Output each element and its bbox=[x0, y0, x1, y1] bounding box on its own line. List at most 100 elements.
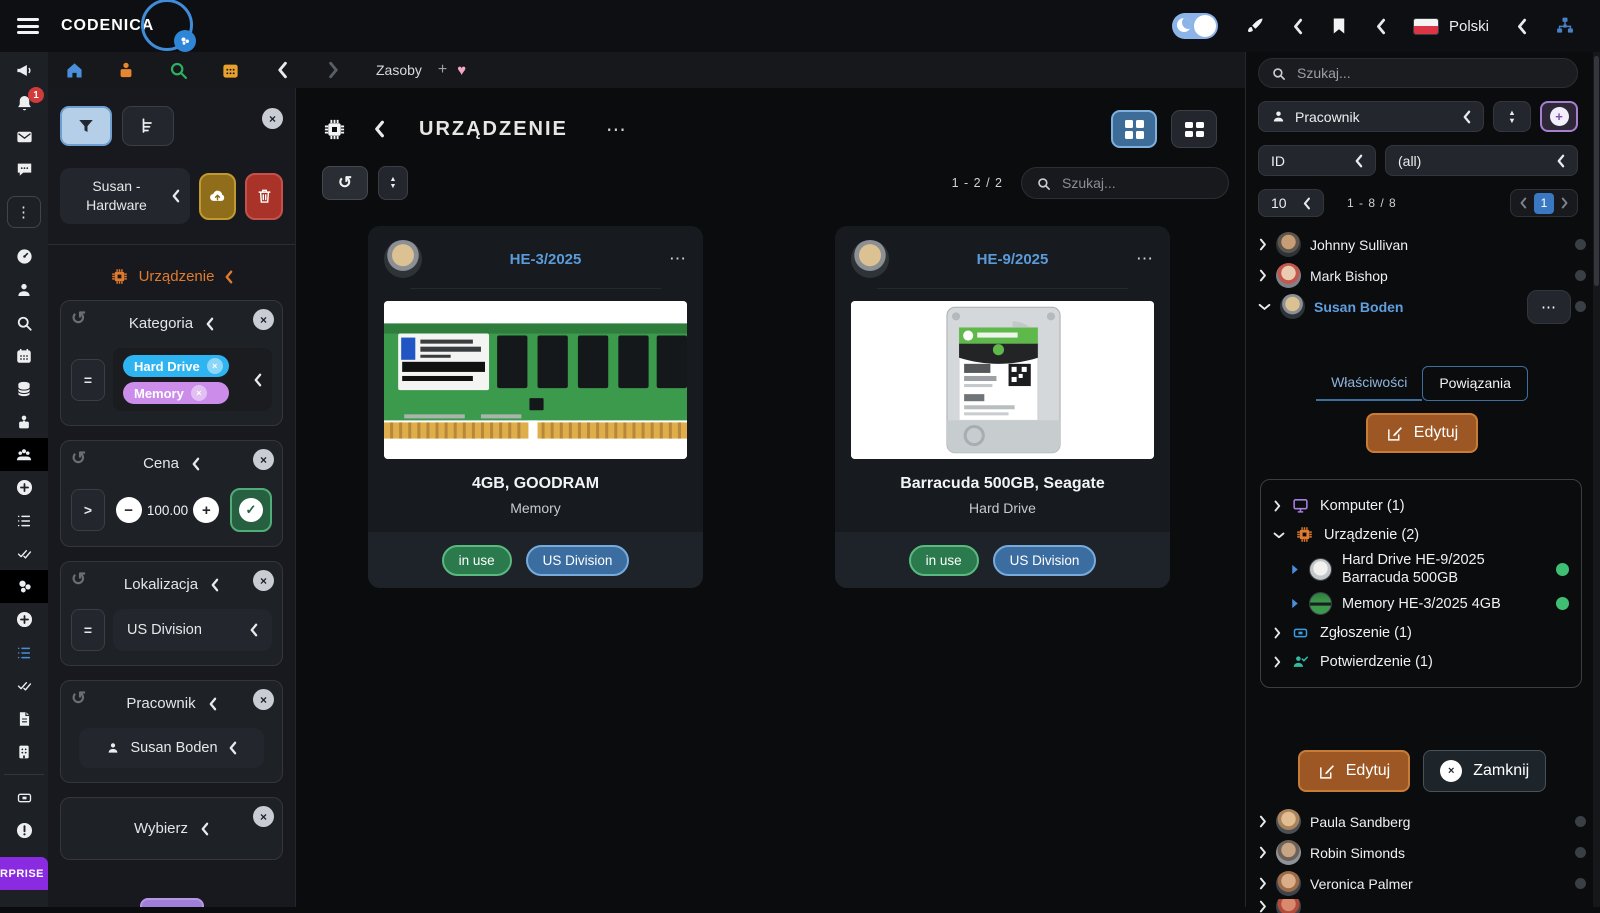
expand-icon[interactable] bbox=[1258, 815, 1267, 828]
filter-toggle-button[interactable] bbox=[60, 106, 112, 146]
back-icon[interactable] bbox=[373, 120, 385, 138]
employee-row-selected[interactable]: Susan Boden ⋯ bbox=[1258, 291, 1586, 322]
remove-filter-icon[interactable]: × bbox=[253, 570, 274, 591]
favorite-heart-icon[interactable]: ♥ bbox=[457, 62, 466, 79]
page-next-icon[interactable] bbox=[1561, 197, 1569, 209]
expand-icon[interactable] bbox=[1273, 500, 1281, 512]
chevron-left-icon[interactable] bbox=[210, 578, 219, 592]
reset-icon[interactable]: ↺ bbox=[71, 449, 86, 467]
expand-icon[interactable] bbox=[1258, 877, 1267, 890]
list-icon[interactable] bbox=[0, 504, 48, 537]
user-avatar[interactable] bbox=[141, 0, 193, 51]
employee-row[interactable]: Johnny Sullivan bbox=[1258, 229, 1586, 260]
remove-tag-icon[interactable]: × bbox=[191, 385, 207, 401]
bookmark-icon[interactable] bbox=[1330, 16, 1348, 36]
page-prev-icon[interactable] bbox=[1519, 197, 1527, 209]
location-dropdown[interactable]: US Division bbox=[113, 609, 272, 651]
card-menu-icon[interactable]: ⋯ bbox=[1136, 249, 1154, 269]
alert-icon[interactable] bbox=[0, 814, 48, 847]
list-icon-active[interactable] bbox=[0, 636, 48, 669]
scrollbar-thumb[interactable] bbox=[1594, 56, 1599, 286]
tree-item-memory[interactable]: Memory HE-3/2025 4GB bbox=[1291, 589, 1569, 618]
announcements-icon[interactable] bbox=[0, 54, 48, 87]
filter-section-header[interactable]: Urządzenie bbox=[60, 267, 283, 286]
remove-filter-icon[interactable]: × bbox=[253, 309, 274, 330]
location-badge[interactable]: US Division bbox=[993, 545, 1097, 576]
expand-triangle-icon[interactable] bbox=[1291, 564, 1299, 575]
grid-view-button-active[interactable] bbox=[1111, 110, 1157, 148]
saved-filter-dropdown[interactable]: Susan - Hardware bbox=[60, 168, 190, 224]
category-tags-dropdown[interactable]: Hard Drive × Memory × bbox=[113, 348, 272, 411]
close-button[interactable]: × Zamknij bbox=[1423, 750, 1546, 792]
employee-search-input[interactable] bbox=[1295, 64, 1565, 82]
increment-button[interactable]: + bbox=[193, 497, 219, 523]
tag-hard-drive[interactable]: Hard Drive × bbox=[123, 355, 229, 377]
entity-dropdown[interactable]: Pracownik bbox=[1258, 101, 1484, 132]
apply-price-button[interactable]: ✓ bbox=[230, 488, 272, 532]
sitemap-icon[interactable] bbox=[1554, 16, 1576, 36]
collapse-icon[interactable] bbox=[1258, 302, 1271, 311]
calendar-tab-icon[interactable] bbox=[204, 61, 256, 80]
ticket-icon[interactable] bbox=[0, 781, 48, 814]
page-menu-icon[interactable]: ⋯ bbox=[606, 117, 628, 142]
id-sort-dropdown[interactable]: ID bbox=[1258, 145, 1376, 176]
asset-card-memory[interactable]: HE-3/2025 ⋯ bbox=[368, 226, 703, 588]
nav-forward-icon[interactable] bbox=[308, 61, 360, 79]
hierarchy-view-button[interactable] bbox=[122, 106, 174, 146]
chevron-left-icon[interactable] bbox=[205, 317, 214, 331]
grid-view-button-alt[interactable] bbox=[1171, 110, 1217, 148]
more-options-icon[interactable]: ⋮ bbox=[0, 192, 48, 232]
hidden-action-button[interactable] bbox=[140, 898, 204, 907]
employee-dropdown[interactable]: Susan Boden bbox=[79, 728, 264, 768]
tree-item-potwierdzenie[interactable]: Potwierdzenie (1) bbox=[1273, 647, 1569, 676]
building-icon[interactable] bbox=[0, 735, 48, 768]
filter-all-dropdown[interactable]: (all) bbox=[1385, 145, 1578, 176]
remove-tag-icon[interactable]: × bbox=[207, 358, 223, 374]
asset-code[interactable]: HE-9/2025 bbox=[889, 251, 1136, 268]
operator-button[interactable]: = bbox=[71, 359, 105, 401]
chevron-left-icon[interactable] bbox=[1375, 18, 1386, 35]
add-tab-button[interactable]: + bbox=[438, 61, 447, 79]
chevron-left-icon[interactable] bbox=[191, 457, 200, 471]
search-icon[interactable] bbox=[0, 306, 48, 339]
sort-button[interactable]: ▲▼ bbox=[378, 166, 408, 200]
chevron-left-icon[interactable] bbox=[208, 697, 217, 711]
employee-row[interactable]: Paula Sandberg bbox=[1258, 806, 1586, 837]
employee-row-partial[interactable] bbox=[1258, 899, 1586, 913]
calendar-icon[interactable] bbox=[0, 339, 48, 372]
add-circle-icon[interactable] bbox=[0, 603, 48, 636]
menu-icon[interactable] bbox=[17, 18, 39, 34]
remove-filter-icon[interactable]: × bbox=[253, 449, 274, 470]
tree-item-komputer[interactable]: Komputer (1) bbox=[1273, 491, 1569, 520]
status-badge[interactable]: in use bbox=[909, 545, 979, 576]
nav-back-icon[interactable] bbox=[256, 61, 308, 79]
current-page[interactable]: 1 bbox=[1534, 193, 1554, 214]
dashboard-gauge-icon[interactable] bbox=[0, 240, 48, 273]
expand-icon[interactable] bbox=[1273, 627, 1281, 639]
mail-icon[interactable] bbox=[0, 120, 48, 153]
person-icon[interactable] bbox=[0, 273, 48, 306]
expand-icon[interactable] bbox=[1258, 238, 1267, 251]
remove-filter-icon[interactable]: × bbox=[253, 806, 274, 827]
card-menu-icon[interactable]: ⋯ bbox=[669, 249, 687, 269]
chat-icon[interactable] bbox=[0, 153, 48, 186]
tab-relations[interactable]: Powiązania bbox=[1422, 366, 1528, 401]
collapse-icon[interactable] bbox=[1273, 531, 1285, 539]
chevron-left-icon[interactable] bbox=[200, 822, 209, 836]
double-check-icon[interactable] bbox=[0, 669, 48, 702]
location-badge[interactable]: US Division bbox=[526, 545, 630, 576]
add-circle-icon[interactable] bbox=[0, 471, 48, 504]
scrollbar-track[interactable] bbox=[1593, 52, 1600, 907]
sidebar-item-assets[interactable] bbox=[0, 570, 48, 603]
reset-list-button[interactable]: ↺ bbox=[322, 166, 368, 200]
search-tab-icon[interactable] bbox=[152, 60, 204, 80]
tag-memory[interactable]: Memory × bbox=[123, 382, 229, 404]
sidebar-item-employees[interactable] bbox=[0, 438, 48, 471]
expand-icon[interactable] bbox=[1258, 846, 1267, 859]
double-check-icon[interactable] bbox=[0, 537, 48, 570]
expand-triangle-icon[interactable] bbox=[1291, 598, 1299, 609]
save-filter-cloud-button[interactable] bbox=[199, 173, 237, 220]
price-value[interactable]: 100.00 bbox=[147, 503, 188, 518]
operator-button[interactable]: > bbox=[71, 489, 105, 531]
employee-tab-icon[interactable] bbox=[100, 60, 152, 80]
